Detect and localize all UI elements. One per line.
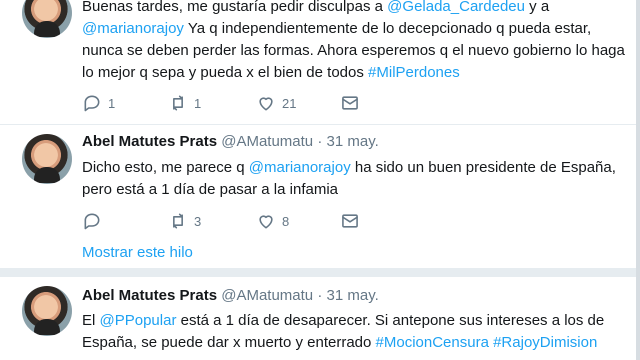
meta-separator: · xyxy=(317,287,323,304)
retweet-count: 3 xyxy=(194,213,202,229)
reply-icon xyxy=(84,213,100,230)
mention-link[interactable]: @PPopular xyxy=(100,312,177,329)
scrollbar[interactable] xyxy=(636,0,640,360)
tweet-text: Buenas tardes, me gustaría pedir disculp… xyxy=(82,0,625,81)
meta-separator: · xyxy=(317,133,323,150)
mention-link[interactable]: @marianorajoy xyxy=(249,159,351,176)
tweet-actions: 3 8 xyxy=(82,210,412,232)
tweet-text: Dicho esto, me parece q @marianorajoy ha… xyxy=(82,159,616,198)
like-icon xyxy=(259,215,273,229)
tweet-feed: Buenas tardes, me gustaría pedir disculp… xyxy=(0,0,640,360)
tweet-header: Abel Matutes Prats @AMatumatu · 31 may. xyxy=(82,286,626,306)
retweet-count: 1 xyxy=(194,95,202,111)
author-handle[interactable]: @AMatumatu xyxy=(221,287,313,304)
author-name[interactable]: Abel Matutes Prats xyxy=(82,287,217,304)
like-button[interactable]: 8 xyxy=(256,210,289,232)
tweet-text: El @PPopular está a 1 día de desaparecer… xyxy=(82,312,605,351)
message-icon xyxy=(342,96,358,110)
mention-link[interactable]: @marianorajoy xyxy=(82,20,184,37)
tweet-date[interactable]: 31 may. xyxy=(327,133,379,150)
tweet-date[interactable]: 31 may. xyxy=(327,287,379,304)
author-name[interactable]: Abel Matutes Prats xyxy=(82,133,217,150)
thread-divider xyxy=(0,268,640,276)
message-button[interactable] xyxy=(340,210,360,232)
tweet-header: Abel Matutes Prats @AMatumatu · 31 may. xyxy=(82,132,626,152)
hashtag-link[interactable]: #MocionCensura xyxy=(376,334,489,351)
like-count: 8 xyxy=(282,213,290,229)
avatar[interactable] xyxy=(22,134,72,184)
avatar[interactable] xyxy=(22,286,72,336)
hashtag-link[interactable]: #MilPerdones xyxy=(368,64,460,81)
retweet-icon xyxy=(173,95,183,111)
reply-count: 1 xyxy=(108,95,116,111)
hashtag-link[interactable]: #RajoyDimision xyxy=(493,334,597,351)
reply-button[interactable] xyxy=(82,210,108,232)
message-button[interactable] xyxy=(340,92,360,114)
retweet-button[interactable]: 3 xyxy=(168,210,201,232)
like-count: 21 xyxy=(282,95,297,111)
reply-button[interactable]: 1 xyxy=(82,92,115,114)
like-icon xyxy=(259,97,273,111)
show-thread-link[interactable]: Mostrar este hilo xyxy=(82,244,193,261)
tweet-1[interactable]: Buenas tardes, me gustaría pedir disculp… xyxy=(0,0,640,125)
retweet-button[interactable]: 1 xyxy=(168,92,201,114)
author-handle[interactable]: @AMatumatu xyxy=(221,133,313,150)
mention-link[interactable]: @Gelada_Cardedeu xyxy=(387,0,525,15)
like-button[interactable]: 21 xyxy=(256,92,296,114)
tweet-actions: 1 1 21 xyxy=(82,92,412,114)
avatar[interactable] xyxy=(22,0,72,38)
retweet-icon xyxy=(173,213,183,229)
tweet-3[interactable]: Abel Matutes Prats @AMatumatu · 31 may. … xyxy=(0,276,640,360)
reply-icon xyxy=(84,95,100,112)
message-icon xyxy=(342,214,358,228)
